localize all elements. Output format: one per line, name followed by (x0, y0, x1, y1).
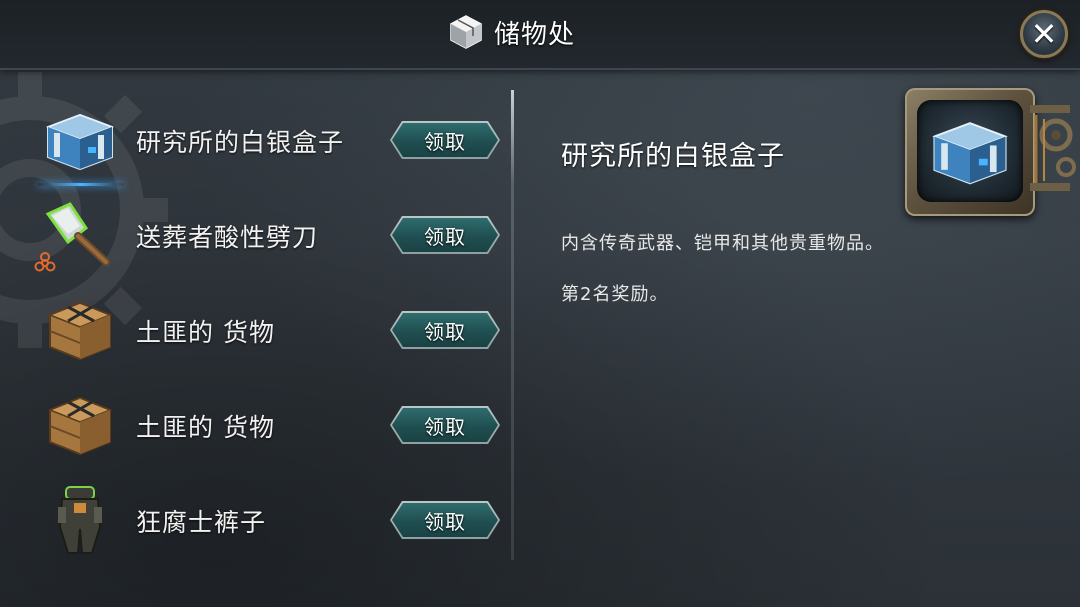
silver-box-icon (45, 113, 115, 171)
close-button[interactable]: ✕ (1020, 10, 1068, 58)
title-group: 储物处 (448, 12, 575, 52)
item-name: 土匪的 货物 (136, 413, 275, 442)
item-name: 狂腐士裤子 (136, 508, 267, 537)
wooden-crate-icon (47, 301, 113, 361)
claim-button[interactable]: 领取 (390, 501, 500, 539)
detail-title: 研究所的白银盒子 (561, 141, 785, 172)
storage-cube-icon (450, 15, 482, 49)
claim-button[interactable]: 领取 (390, 216, 500, 254)
claim-button-label: 领取 (424, 129, 466, 154)
claim-button-label: 领取 (424, 319, 466, 344)
list-item[interactable]: 土匪的 货物 领取 (30, 380, 510, 470)
header-bar: 储物处 ✕ (0, 0, 1080, 70)
claim-button-label: 领取 (424, 509, 466, 534)
item-name: 土匪的 货物 (136, 318, 275, 347)
item-name: 送葬者酸性劈刀 (136, 223, 319, 252)
page-title: 储物处 (494, 19, 576, 50)
close-icon: ✕ (1030, 15, 1058, 53)
claim-button[interactable]: 领取 (390, 311, 500, 349)
biohazard-icon (34, 252, 56, 272)
claim-button[interactable]: 领取 (390, 121, 500, 159)
item-name: 研究所的白银盒子 (136, 128, 345, 157)
frame-mechanism-icon (1030, 105, 1076, 191)
detail-rank-text: 第2名奖励。 (561, 284, 669, 305)
wooden-crate-icon (47, 396, 113, 456)
claim-button-label: 领取 (424, 224, 466, 249)
panel-divider[interactable] (511, 90, 514, 560)
detail-preview-frame (905, 88, 1035, 216)
silver-box-icon (932, 122, 1008, 185)
list-item[interactable]: 狂腐士裤子 领取 (30, 475, 510, 565)
claim-button[interactable]: 领取 (390, 406, 500, 444)
list-item[interactable]: 送葬者酸性劈刀 领取 (30, 190, 510, 280)
claim-button-label: 领取 (424, 414, 466, 439)
detail-preview-screen (917, 100, 1023, 202)
list-item[interactable]: 研究所的白银盒子 领取 (30, 95, 510, 186)
storage-screen: 储物处 ✕ 研究所的白银盒子 领取 送葬者酸性劈刀 领取 土匪的 货物 领取 土… (0, 0, 1080, 607)
reward-list: 研究所的白银盒子 领取 送葬者酸性劈刀 领取 土匪的 货物 领取 土匪的 货物 … (30, 95, 510, 565)
selected-indicator (38, 183, 124, 186)
detail-description: 内含传奇武器、铠甲和其他贵重物品。 (561, 233, 884, 254)
list-item[interactable]: 土匪的 货物 领取 (30, 285, 510, 375)
armor-pants-icon (58, 486, 102, 554)
